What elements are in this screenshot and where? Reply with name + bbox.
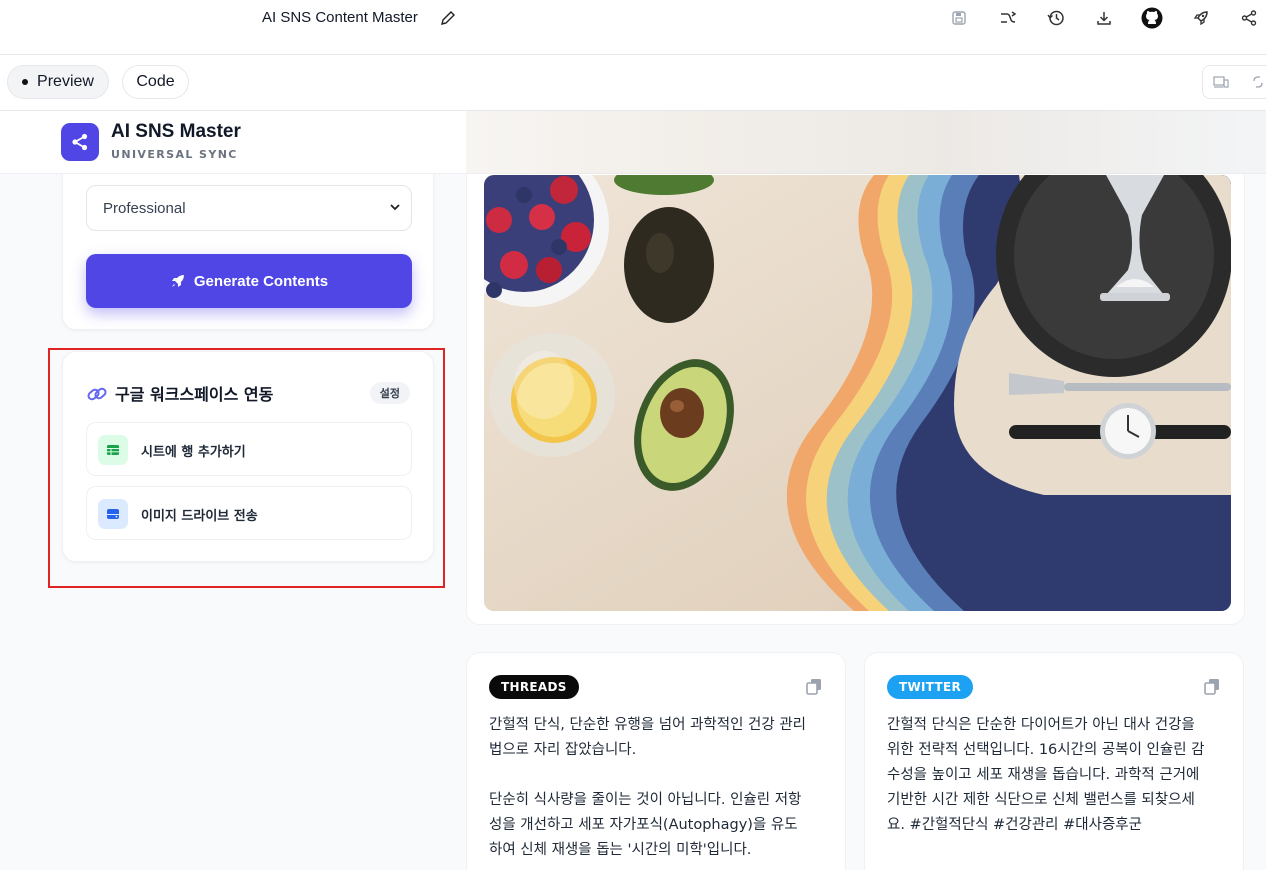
view-tools — [1202, 65, 1266, 99]
top-bar: AI SNS Content Master — [0, 0, 1266, 55]
toolbar — [936, 6, 1266, 32]
drive-icon — [98, 499, 128, 529]
mode-bar: Preview Code — [0, 55, 1266, 111]
generated-image-card — [466, 151, 1245, 625]
generate-card: Professional Generate Contents — [62, 151, 434, 330]
share-logo-icon — [72, 133, 88, 151]
share-icon[interactable] — [1238, 6, 1260, 30]
threads-post-text: 간헐적 단식, 단순한 유행을 넘어 과학적인 건강 관리 법으로 자리 잡았습… — [489, 717, 807, 858]
threads-post-card: THREADS 간헐적 단식, 단순한 유행을 넘어 과학적인 건강 관리 법으… — [466, 652, 846, 870]
twitter-badge: TWITTER — [887, 675, 974, 699]
github-icon[interactable] — [1141, 6, 1163, 30]
chevron-down-icon — [390, 204, 400, 211]
tone-select[interactable]: Professional — [86, 185, 412, 231]
rocket-icon — [171, 275, 184, 287]
device-icon[interactable] — [1213, 75, 1229, 89]
app-title: AI SNS Content Master — [262, 9, 418, 26]
preview-label: Preview — [37, 73, 94, 90]
save-icon[interactable] — [948, 6, 970, 30]
send-to-drive-button[interactable]: 이미지 드라이브 전송 — [86, 486, 412, 540]
preview-tab[interactable]: Preview — [7, 65, 109, 99]
pencil-icon[interactable] — [440, 9, 456, 27]
generated-image — [484, 175, 1231, 611]
rocket-icon[interactable] — [1190, 6, 1212, 30]
generate-label: Generate Contents — [193, 272, 329, 290]
drive-item-label: 이미지 드라이브 전송 — [141, 509, 258, 524]
workspace-title: 구글 워크스페이스 연동 — [115, 385, 274, 404]
preview-area: AI SNS Master UNIVERSAL SYNC Professiona… — [0, 111, 1266, 870]
link-icon — [87, 387, 107, 401]
sheets-icon — [98, 435, 128, 465]
generate-button[interactable]: Generate Contents — [86, 254, 412, 308]
twitter-post-text: 간헐적 단식은 단순한 다이어트가 아닌 대사 건강을 위한 전략적 선택입니다… — [887, 717, 1205, 833]
logo — [61, 123, 99, 161]
copy-icon[interactable] — [1203, 677, 1221, 695]
code-tab[interactable]: Code — [122, 65, 189, 99]
download-icon[interactable] — [1093, 6, 1115, 30]
workspace-card: 구글 워크스페이스 연동 설정 시트에 행 추가하기 이미지 드라이브 전송 — [62, 351, 434, 562]
fork-icon[interactable] — [997, 6, 1019, 30]
tone-value: Professional — [103, 199, 186, 217]
brand-subtitle: UNIVERSAL SYNC — [111, 148, 238, 161]
header-blur-backdrop — [466, 111, 1266, 174]
threads-badge: THREADS — [489, 675, 579, 699]
brand-title: AI SNS Master — [111, 121, 241, 142]
settings-badge[interactable]: 설정 — [369, 382, 410, 404]
copy-icon[interactable] — [805, 677, 823, 695]
app-header: AI SNS Master UNIVERSAL SYNC — [0, 111, 1266, 174]
sheet-item-label: 시트에 행 추가하기 — [141, 445, 246, 460]
history-icon[interactable] — [1045, 6, 1067, 30]
active-dot — [22, 79, 29, 85]
refresh-icon[interactable] — [1251, 75, 1265, 89]
code-label: Code — [136, 73, 175, 90]
add-row-to-sheet-button[interactable]: 시트에 행 추가하기 — [86, 422, 412, 476]
twitter-post-card: TWITTER 간헐적 단식은 단순한 다이어트가 아닌 대사 건강을 위한 전… — [864, 652, 1244, 870]
